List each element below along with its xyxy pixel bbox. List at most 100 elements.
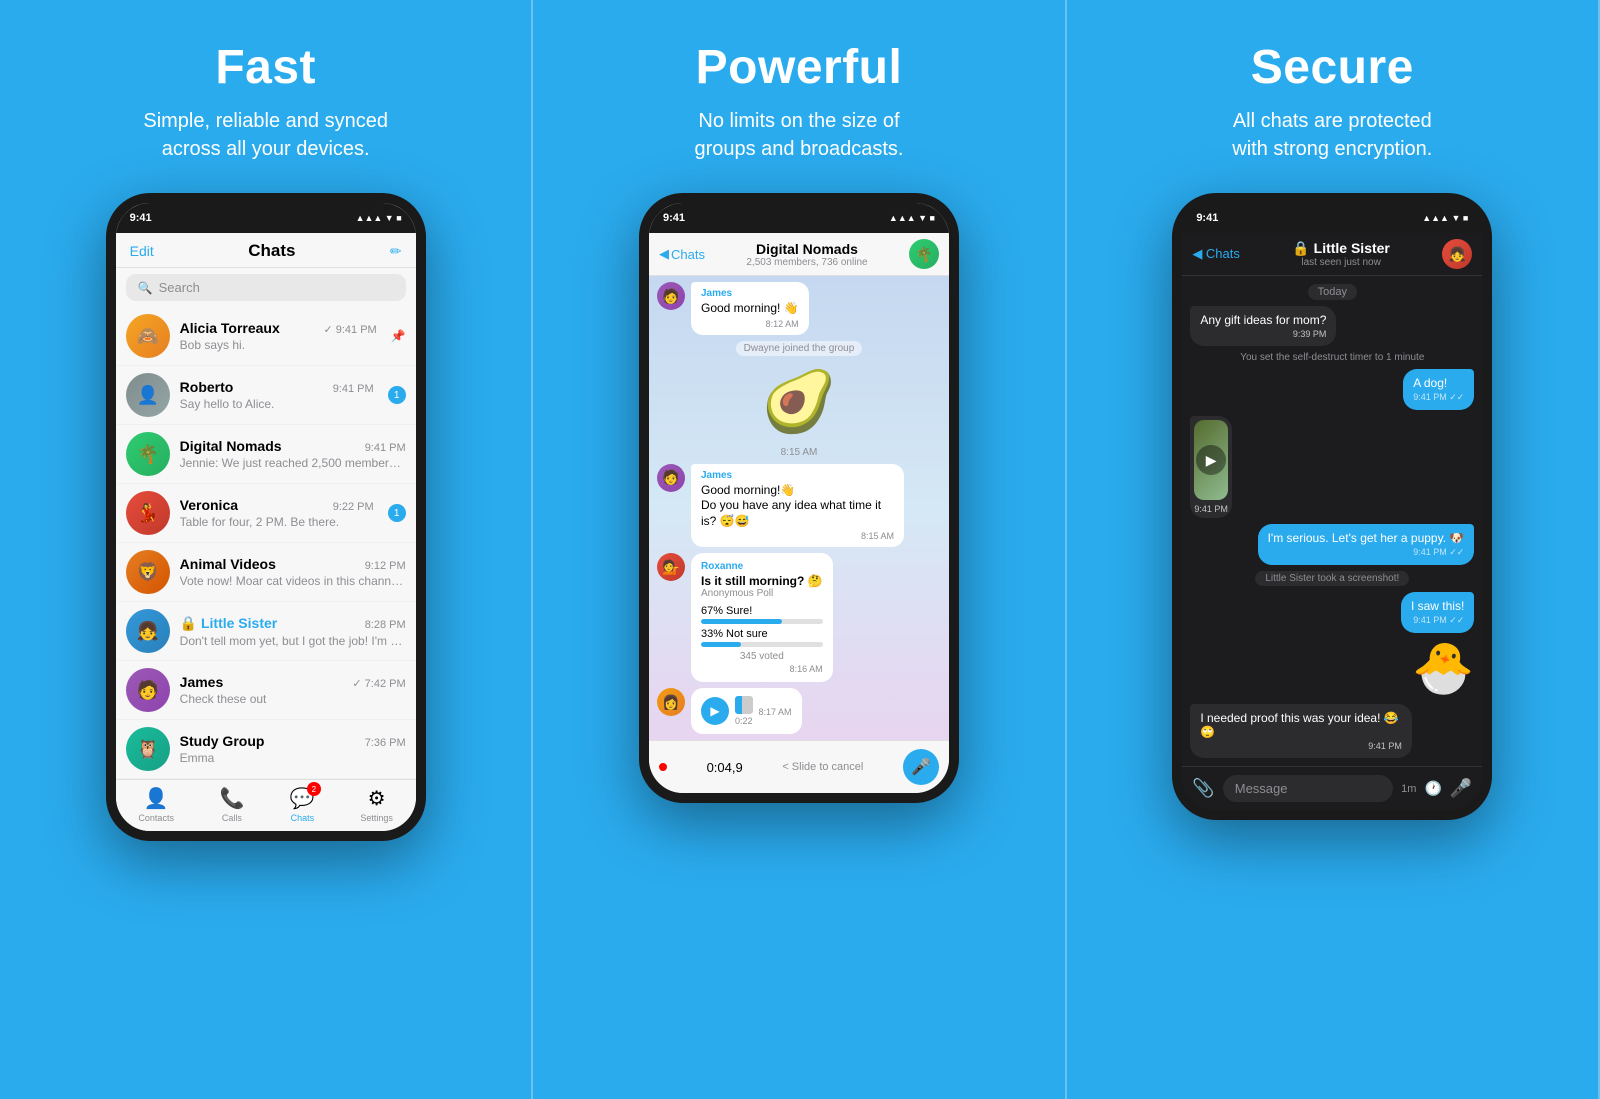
chat-name-animal: Animal Videos xyxy=(180,556,276,572)
avatar-emma: 👩 xyxy=(657,688,685,716)
panel-fast: Fast Simple, reliable and syncedacross a… xyxy=(0,0,533,1099)
poll-question: Is it still morning? 🤔 xyxy=(701,574,823,588)
clock-icon: 🕐 xyxy=(1424,780,1441,797)
msg-text-proof: I needed proof this was your idea! 😂🙄 xyxy=(1200,711,1398,739)
chat-item-study[interactable]: 🦉 Study Group 7:36 PM Emma xyxy=(116,720,416,779)
chat-name-sister: 🔒 Little Sister xyxy=(180,615,278,632)
tab-contacts[interactable]: 👤 Contacts xyxy=(138,786,174,823)
msg-dog: A dog! 9:41 PM ✓✓ xyxy=(1403,369,1474,410)
dark-nav-sub: last seen just now xyxy=(1246,257,1436,268)
chat-item-animal[interactable]: 🦁 Animal Videos 9:12 PM Vote now! Moar c… xyxy=(116,543,416,602)
phone2-time: 9:41 xyxy=(663,212,685,224)
recording-time: 0:04,9 xyxy=(707,760,743,775)
chat-time-nomads: 9:41 PM xyxy=(365,442,406,454)
audio-duration: 0:22 xyxy=(735,716,753,726)
tab-calls-label: Calls xyxy=(222,813,242,823)
avatar-alicia: 🙈 xyxy=(126,314,170,358)
chat-name-nomads: Digital Nomads xyxy=(180,438,282,454)
avatar-james: 🧑 xyxy=(126,668,170,712)
search-bar[interactable]: 🔍 Search xyxy=(126,274,406,301)
poll-option-2: 33% Not sure xyxy=(701,628,823,647)
attach-icon[interactable]: 📎 xyxy=(1192,778,1214,799)
chat-info-study: Study Group 7:36 PM Emma xyxy=(180,733,406,765)
phone3-status-icons: ▲▲▲ ▼ ■ xyxy=(1422,213,1468,223)
msg-time-gift: 9:39 PM xyxy=(1200,329,1326,339)
chat-item-veronica[interactable]: 💃 Veronica 9:22 PM Table for four, 2 PM.… xyxy=(116,484,416,543)
avatar-study: 🦉 xyxy=(126,727,170,771)
date-label-today: Today xyxy=(1308,284,1357,300)
play-button[interactable]: ▶ xyxy=(701,697,729,725)
chat-time-study: 7:36 PM xyxy=(365,737,406,749)
screenshot-notice: Little Sister took a screenshot! xyxy=(1255,571,1409,586)
dark-input-bar: 📎 Message 1m 🕐 🎤 xyxy=(1182,766,1482,810)
mic-button[interactable]: 🎤 xyxy=(903,749,939,785)
dark-back-button[interactable]: ◀ Chats xyxy=(1192,246,1240,262)
msg-james-reply: James Good morning!👋Do you have any idea… xyxy=(691,464,904,548)
msg-serious: I'm serious. Let's get her a puppy. 🐶 9:… xyxy=(1258,524,1475,565)
msg-time-saw: 9:41 PM ✓✓ xyxy=(1411,615,1464,626)
chat-time-james: ✓ 7:42 PM xyxy=(352,677,405,690)
msg-gift-ideas: Any gift ideas for mom? 9:39 PM xyxy=(1190,306,1336,346)
tab-settings[interactable]: ⚙ Settings xyxy=(360,786,393,823)
msg-time-james-2: 8:15 AM xyxy=(701,531,894,541)
tab-calls[interactable]: 📞 Calls xyxy=(219,786,244,823)
dark-nav-center: 🔒 Little Sister last seen just now xyxy=(1246,240,1436,268)
chat-item-nomads[interactable]: 🌴 Digital Nomads 9:41 PM Jennie: We just… xyxy=(116,425,416,484)
chat-name-james: James xyxy=(180,674,224,690)
group-sub: 2,503 members, 736 online xyxy=(711,257,903,268)
timestamp-815: 8:15 AM xyxy=(781,447,818,458)
tab-chats[interactable]: 💬 2 Chats xyxy=(290,786,315,823)
message-input[interactable]: Message xyxy=(1223,775,1393,802)
chats-title: Chats xyxy=(248,241,295,261)
chats-tab-badge: 2 xyxy=(307,782,321,796)
msg-time-james-1: 8:12 AM xyxy=(701,319,799,329)
dark-nav-avatar: 👧 xyxy=(1442,239,1472,269)
edit-button[interactable]: Edit xyxy=(130,243,154,259)
chat-item-alicia[interactable]: 🙈 Alicia Torreaux ✓ 9:41 PM Bob says hi.… xyxy=(116,307,416,366)
phone-group: 9:41 ▲▲▲ ▼ ■ ◀ Chats Digital Nomads 2,50… xyxy=(639,193,959,803)
msg-time-dog: 9:41 PM ✓✓ xyxy=(1413,392,1464,403)
tab-chats-label: Chats xyxy=(291,813,315,823)
poll-bubble: Roxanne Is it still morning? 🤔 Anonymous… xyxy=(691,553,833,682)
audio-bubble: ▶ 0:22 8:17 AM xyxy=(691,688,802,734)
msg-text-saw: I saw this! xyxy=(1411,599,1464,613)
poll-type: Anonymous Poll xyxy=(701,588,823,599)
dark-mic-icon[interactable]: 🎤 xyxy=(1450,778,1472,799)
chat-info-sister: 🔒 Little Sister 8:28 PM Don't tell mom y… xyxy=(180,615,406,648)
chat-info-roberto: Roberto 9:41 PM Say hello to Alice. xyxy=(180,379,374,411)
poll-sender: Roxanne xyxy=(701,561,823,572)
dark-nav-name: 🔒 Little Sister xyxy=(1246,240,1436,257)
chat-preview-nomads: Jennie: We just reached 2,500 members! W… xyxy=(180,456,406,470)
chat-time-roberto: 9:41 PM xyxy=(333,383,374,395)
chat-info-veronica: Veronica 9:22 PM Table for four, 2 PM. B… xyxy=(180,497,374,529)
panel-secure-subtitle: All chats are protectedwith strong encry… xyxy=(1232,107,1432,163)
phone3-time: 9:41 xyxy=(1196,212,1218,224)
compose-button[interactable]: ✏ xyxy=(390,243,402,260)
back-label: Chats xyxy=(671,247,705,262)
avatar-animal: 🦁 xyxy=(126,550,170,594)
msg-james-morning: James Good morning! 👋 8:12 AM xyxy=(691,282,809,335)
chat-preview-sister: Don't tell mom yet, but I got the job! I… xyxy=(180,634,406,648)
chat-time-sister: 8:28 PM xyxy=(365,619,406,631)
avatar-veronica: 💃 xyxy=(126,491,170,535)
chat-item-james[interactable]: 🧑 James ✓ 7:42 PM Check these out xyxy=(116,661,416,720)
poll-time: 8:16 AM xyxy=(701,664,823,674)
msg-sender-james: James xyxy=(701,288,799,299)
chats-header: Edit Chats ✏ xyxy=(116,233,416,268)
group-nav: ◀ Chats Digital Nomads 2,503 members, 73… xyxy=(649,233,949,276)
avatar-roberto: 👤 xyxy=(126,373,170,417)
phone1-time: 9:41 xyxy=(130,212,152,224)
chat-info-james: James ✓ 7:42 PM Check these out xyxy=(180,674,406,706)
chat-item-sister[interactable]: 👧 🔒 Little Sister 8:28 PM Don't tell mom… xyxy=(116,602,416,661)
chats-list: 🙈 Alicia Torreaux ✓ 9:41 PM Bob says hi.… xyxy=(116,307,416,779)
chat-preview-veronica: Table for four, 2 PM. Be there. xyxy=(180,515,374,529)
chat-name-veronica: Veronica xyxy=(180,497,238,513)
group-nav-center: Digital Nomads 2,503 members, 736 online xyxy=(711,241,903,268)
contacts-icon: 👤 xyxy=(144,786,169,811)
video-time: 9:41 PM xyxy=(1194,504,1228,514)
back-button[interactable]: ◀ Chats xyxy=(659,246,705,262)
chat-info-animal: Animal Videos 9:12 PM Vote now! Moar cat… xyxy=(180,556,406,588)
chat-item-roberto[interactable]: 👤 Roberto 9:41 PM Say hello to Alice. 1 xyxy=(116,366,416,425)
panel-fast-subtitle: Simple, reliable and syncedacross all yo… xyxy=(143,107,388,163)
msg-text-dog: A dog! xyxy=(1413,376,1447,390)
